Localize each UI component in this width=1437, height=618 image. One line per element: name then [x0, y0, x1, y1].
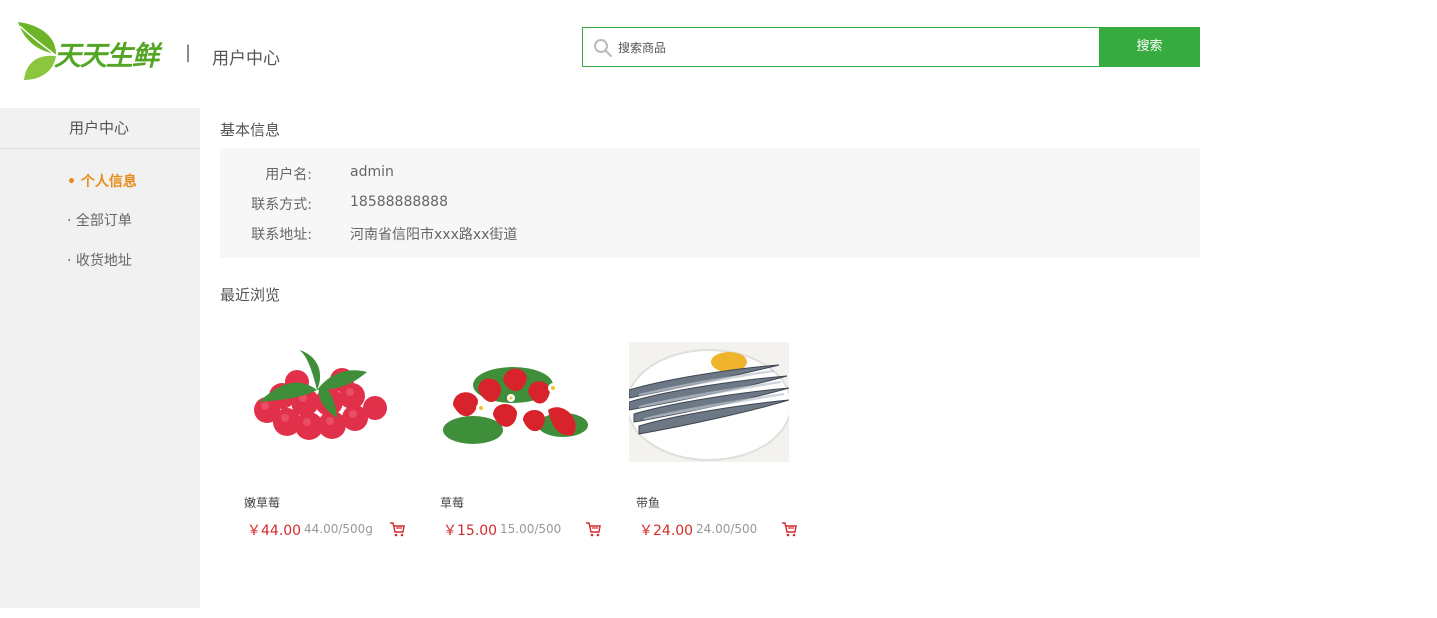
- info-row-phone: 联系方式: 18588888888: [220, 194, 1200, 214]
- sidebar-title: 用户中心: [0, 108, 200, 149]
- info-row-username: 用户名: admin: [220, 164, 1200, 184]
- goods-name[interactable]: 带鱼: [636, 494, 660, 511]
- cart-icon[interactable]: [389, 521, 405, 537]
- goods-name[interactable]: 嫩草莓: [244, 494, 280, 511]
- goods-item: 带鱼 ￥24.00 24.00/500: [629, 330, 797, 560]
- info-row-address: 联系地址: 河南省信阳市xxx路xx街道: [220, 224, 1200, 244]
- info-label: 联系方式:: [251, 197, 312, 213]
- sidebar-item-orders[interactable]: · 全部订单: [67, 210, 132, 230]
- search-bar: 搜索: [582, 27, 1200, 67]
- basic-info-title: 基本信息: [220, 121, 281, 139]
- page-title: 用户中心: [212, 49, 280, 69]
- goods-unit: 24.00/500: [696, 522, 758, 536]
- goods-item: 嫩草莓 ￥44.00 44.00/500g: [237, 330, 405, 560]
- goods-unit: 44.00/500g: [304, 522, 373, 536]
- search-input[interactable]: [618, 37, 1088, 59]
- search-icon: [594, 39, 613, 58]
- search-button[interactable]: 搜索: [1099, 27, 1200, 67]
- info-label: 联系地址:: [251, 227, 312, 243]
- goods-unit: 15.00/500: [500, 522, 562, 536]
- logo-text: 天天生鲜: [54, 41, 159, 72]
- cart-icon[interactable]: [781, 521, 797, 537]
- fish-image[interactable]: [629, 330, 789, 475]
- search-box: [582, 27, 1100, 67]
- sidebar-item-address[interactable]: · 收货地址: [67, 250, 132, 270]
- sidebar-item-profile[interactable]: • 个人信息: [67, 171, 137, 191]
- cart-icon[interactable]: [585, 521, 601, 537]
- info-label: 用户名:: [265, 167, 312, 183]
- goods-price: ￥15.00: [443, 523, 498, 539]
- goods-name[interactable]: 草莓: [440, 494, 464, 511]
- raspberry-image[interactable]: [237, 330, 397, 475]
- goods-item: 草莓 ￥15.00 15.00/500: [433, 330, 601, 560]
- info-value: 河南省信阳市xxx路xx街道: [350, 227, 518, 243]
- logo[interactable]: 天天生鲜: [16, 20, 171, 82]
- info-value: 18588888888: [350, 194, 448, 210]
- sidebar: 用户中心 • 个人信息 · 全部订单 · 收货地址: [0, 108, 200, 608]
- recent-title: 最近浏览: [220, 286, 281, 304]
- header: 天天生鲜 | 用户中心 搜索: [0, 0, 1437, 108]
- header-divider: |: [185, 42, 192, 63]
- goods-price: ￥44.00: [247, 523, 302, 539]
- info-value: admin: [350, 164, 394, 180]
- goods-price: ￥24.00: [639, 523, 694, 539]
- strawberry-image[interactable]: [433, 330, 593, 475]
- basic-info-panel: 用户名: admin 联系方式: 18588888888 联系地址: 河南省信阳…: [220, 148, 1200, 258]
